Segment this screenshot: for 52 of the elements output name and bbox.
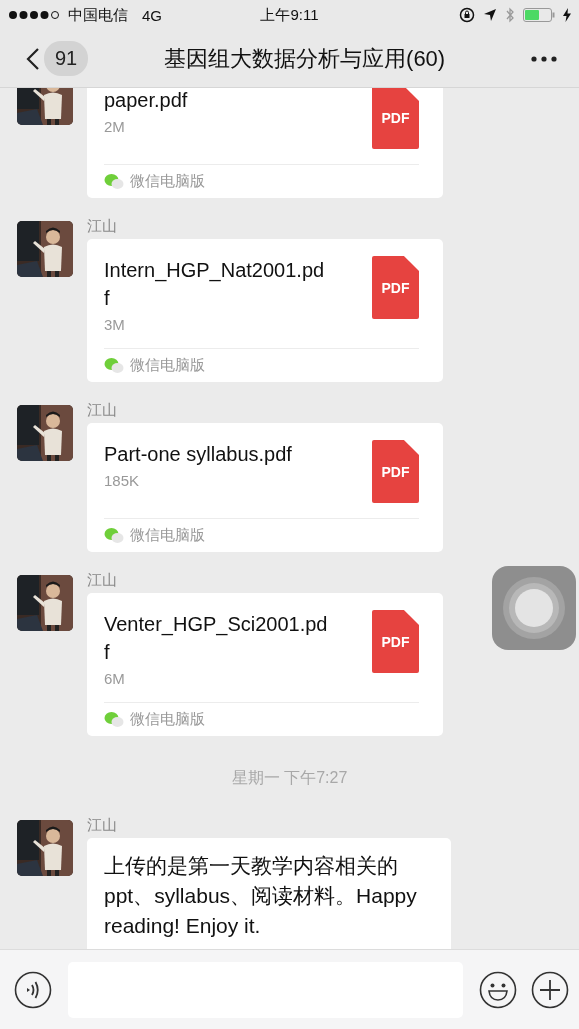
file-name: Part-one syllabus.pdf bbox=[104, 442, 293, 467]
chat-bubbles-icon bbox=[104, 711, 124, 728]
carrier-name: 中国电信 bbox=[68, 5, 128, 25]
back-button[interactable]: 91 bbox=[26, 41, 89, 76]
clock: 上午9:11 bbox=[260, 5, 319, 25]
sender-name: 江山 bbox=[87, 571, 118, 589]
file-card[interactable]: Intern_HGP_Nat2001.pd f 3M PDF 微信电脑版 bbox=[87, 239, 443, 382]
source-label: 微信电脑版 bbox=[130, 356, 205, 375]
network-type: 4G bbox=[142, 6, 162, 24]
charging-bolt-icon bbox=[563, 8, 571, 22]
file-size: 6M bbox=[104, 670, 126, 687]
chat-bubbles-icon bbox=[104, 527, 124, 544]
source-label: 微信电脑版 bbox=[130, 710, 205, 729]
battery-icon bbox=[523, 8, 555, 22]
chat-bubbles-icon bbox=[104, 357, 124, 374]
pdf-file-icon: PDF bbox=[372, 610, 419, 673]
chevron-left-icon bbox=[26, 46, 40, 71]
rotation-lock-icon bbox=[459, 7, 475, 23]
file-name: Venter_HGP_Sci2001.pd f bbox=[104, 612, 329, 665]
pdf-file-icon: PDF bbox=[372, 88, 419, 149]
signal-icon bbox=[8, 10, 60, 20]
voice-button[interactable] bbox=[14, 970, 52, 1009]
concentric-circles-icon bbox=[502, 576, 566, 640]
pdf-file-icon: PDF bbox=[372, 440, 419, 503]
source-label: 微信电脑版 bbox=[130, 526, 205, 545]
chat-bubbles-icon bbox=[104, 173, 124, 190]
plus-icon bbox=[531, 970, 569, 1009]
file-card[interactable]: Venter_HGP_Sci2001.pd f 6M PDF 微信电脑版 bbox=[87, 593, 443, 736]
file-card[interactable]: paper.pdf 2M PDF 微信电脑版 bbox=[87, 88, 443, 198]
file-size: 3M bbox=[104, 316, 126, 333]
plus-button[interactable] bbox=[531, 970, 569, 1009]
more-button[interactable] bbox=[531, 55, 557, 62]
file-size: 2M bbox=[104, 118, 126, 135]
pdf-file-icon: PDF bbox=[372, 256, 419, 319]
file-name: Intern_HGP_Nat2001.pd f bbox=[104, 258, 326, 311]
voice-icon bbox=[14, 970, 52, 1009]
file-card[interactable]: Part-one syllabus.pdf 185K PDF 微信电脑版 bbox=[87, 423, 443, 552]
smiley-icon bbox=[479, 970, 517, 1009]
more-icon bbox=[531, 55, 557, 62]
sender-name: 江山 bbox=[87, 401, 118, 419]
message-bubble: 上传的是第一天教学内容相关的 ppt、syllabus、阅读材料。Happy reading! Enjoy it. bbox=[87, 838, 451, 949]
bluetooth-icon bbox=[505, 7, 515, 23]
file-size: 185K bbox=[104, 472, 141, 489]
sender-name: 江山 bbox=[87, 816, 118, 834]
assistive-touch-button[interactable] bbox=[492, 566, 576, 650]
sender-name: 江山 bbox=[87, 217, 118, 235]
emoji-button[interactable] bbox=[479, 970, 517, 1009]
location-arrow-icon bbox=[483, 8, 497, 22]
file-name: paper.pdf bbox=[104, 88, 189, 113]
chat-title: 基因组大数据分析与应用(60) bbox=[163, 44, 447, 73]
source-label: 微信电脑版 bbox=[130, 172, 205, 191]
unread-count: 91 bbox=[44, 41, 89, 76]
